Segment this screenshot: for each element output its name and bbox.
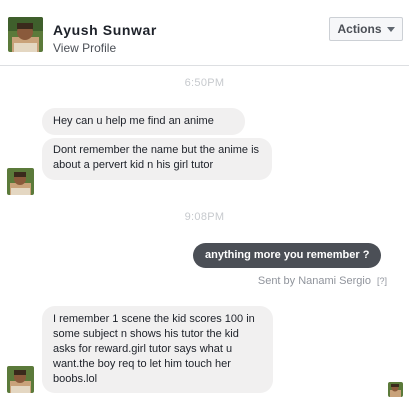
- incoming-message: Hey can u help me find an anime: [42, 108, 245, 135]
- avatar-image: [7, 366, 34, 393]
- avatar[interactable]: [7, 366, 34, 393]
- chevron-down-icon: [386, 26, 395, 32]
- avatar-image: [388, 382, 403, 397]
- read-receipt-avatar: [388, 382, 403, 397]
- avatar-image: [8, 17, 43, 52]
- timestamp: 9:08PM: [184, 211, 225, 223]
- view-profile-link[interactable]: View Profile: [53, 41, 116, 55]
- contact-name[interactable]: Ayush Sunwar: [53, 22, 157, 38]
- avatar[interactable]: [8, 17, 43, 52]
- chat-header: Ayush Sunwar View Profile Actions: [0, 0, 409, 66]
- sent-by-label: Sent by Nanami Sergio [?]: [258, 275, 387, 287]
- outgoing-message: anything more you remember ?: [193, 243, 382, 268]
- incoming-message: Dont remember the name but the anime is …: [42, 138, 272, 180]
- timestamp: 6:50PM: [184, 77, 225, 89]
- help-link[interactable]: [?]: [377, 276, 387, 286]
- avatar-image: [7, 168, 34, 195]
- incoming-message: I remember 1 scene the kid scores 100 in…: [42, 306, 273, 393]
- avatar[interactable]: [7, 168, 34, 195]
- sent-by-text: Sent by Nanami Sergio: [257, 275, 371, 287]
- actions-button[interactable]: Actions: [329, 17, 403, 41]
- actions-label: Actions: [337, 22, 382, 36]
